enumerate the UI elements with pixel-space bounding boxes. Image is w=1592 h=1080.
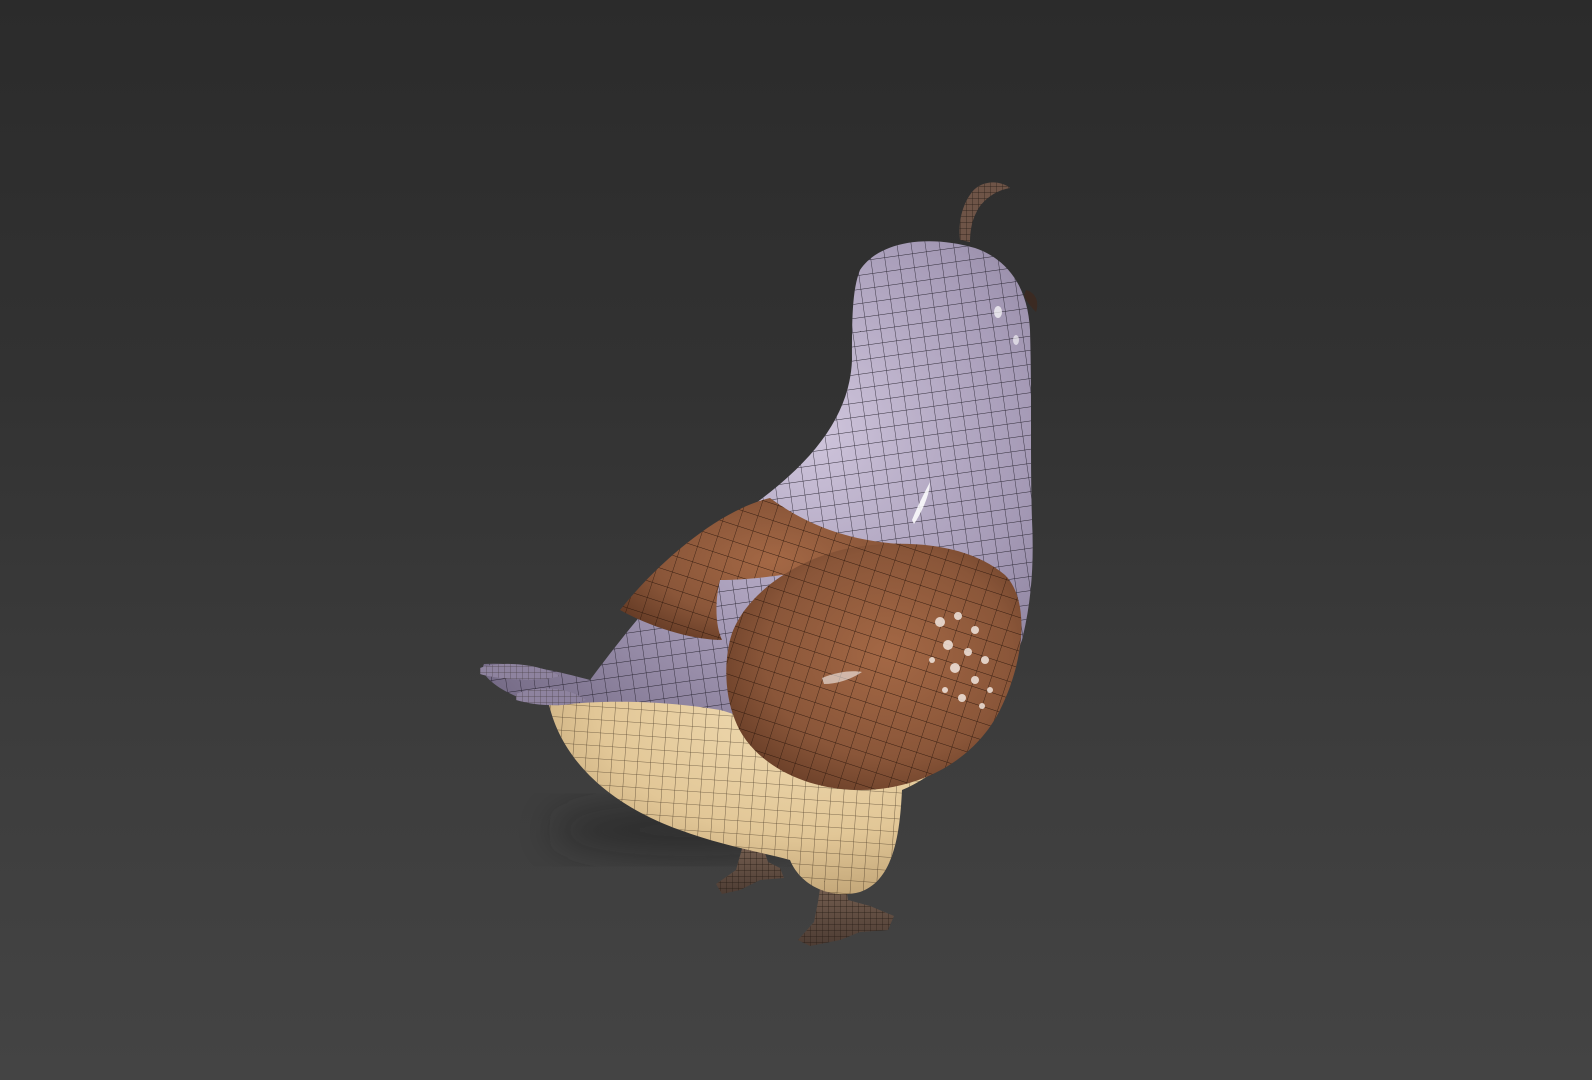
model-render xyxy=(480,182,1038,946)
crest-plume xyxy=(959,182,1010,242)
3d-viewport[interactable] xyxy=(0,0,1592,1080)
